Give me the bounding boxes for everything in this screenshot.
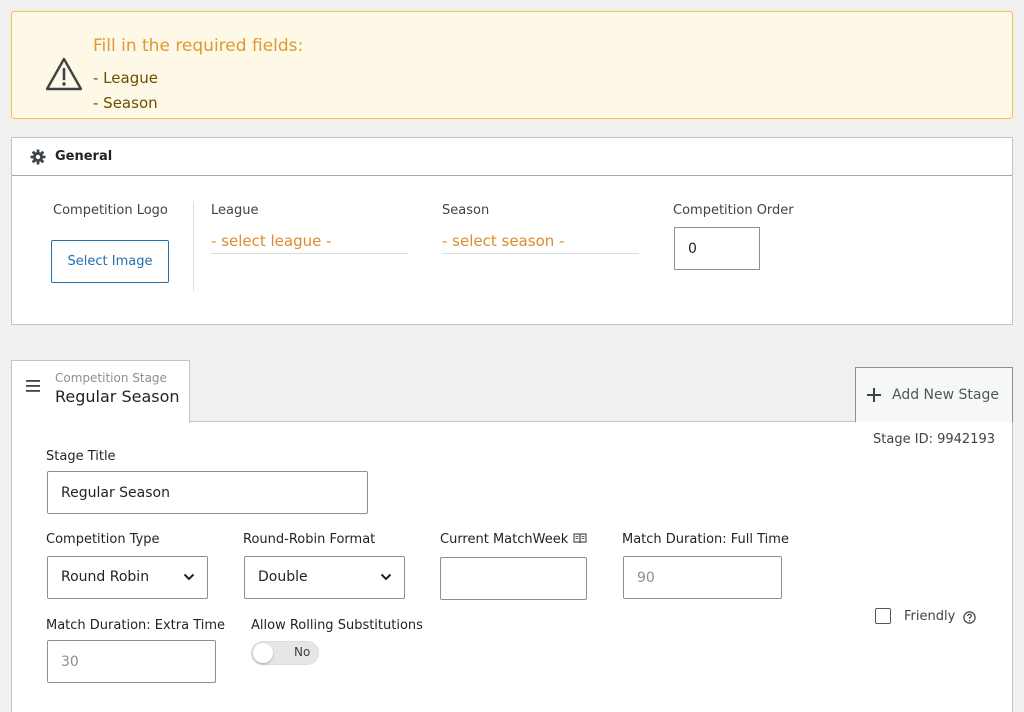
toggle-knob: [253, 643, 273, 663]
divider: [193, 201, 194, 291]
select-image-button[interactable]: Select Image: [51, 240, 169, 283]
help-icon[interactable]: [963, 611, 976, 624]
required-fields-alert: Fill in the required fields: - League - …: [11, 11, 1013, 119]
current-matchweek-input[interactable]: [440, 557, 587, 600]
book-icon[interactable]: [573, 533, 587, 544]
alert-title: Fill in the required fields:: [93, 36, 304, 56]
toggle-state-label: No: [294, 645, 311, 659]
stage-tab-title: Regular Season: [55, 387, 180, 406]
current-matchweek-label: Current MatchWeek: [440, 532, 569, 547]
general-panel: General Competition Logo Select Image Le…: [11, 137, 1013, 325]
chevron-down-icon: [380, 573, 392, 581]
stage-tab-regular-season[interactable]: Competition Stage Regular Season: [11, 360, 190, 423]
full-time-input[interactable]: [623, 556, 782, 599]
competition-order-input[interactable]: [674, 227, 760, 270]
competition-order-label: Competition Order: [673, 203, 794, 218]
competition-type-label: Competition Type: [46, 532, 160, 547]
friendly-checkbox[interactable]: [875, 608, 891, 624]
alert-field-league: - League: [93, 69, 158, 87]
menu-icon: [26, 380, 40, 392]
round-robin-format-label: Round-Robin Format: [243, 532, 376, 547]
season-label: Season: [442, 203, 490, 218]
add-new-stage-label: Add New Stage: [892, 387, 999, 403]
competition-type-value: Round Robin: [61, 569, 150, 585]
general-panel-header: General: [12, 138, 1012, 176]
round-robin-format-value: Double: [258, 569, 308, 585]
general-panel-title: General: [55, 149, 113, 164]
league-select[interactable]: - select league -: [211, 230, 408, 254]
stage-title-label: Stage Title: [46, 449, 116, 464]
rolling-substitutions-label: Allow Rolling Substitutions: [251, 618, 423, 633]
round-robin-format-select[interactable]: Double: [244, 556, 405, 599]
competition-type-select[interactable]: Round Robin: [47, 556, 208, 599]
stage-panel-border: [190, 421, 855, 422]
competition-logo-label: Competition Logo: [53, 203, 168, 218]
chevron-down-icon: [183, 573, 195, 581]
friendly-label: Friendly: [904, 609, 956, 624]
extra-time-label: Match Duration: Extra Time: [46, 618, 226, 633]
warning-icon: [45, 57, 83, 91]
stage-id: Stage ID: 9942193: [873, 432, 995, 447]
extra-time-input[interactable]: [47, 640, 216, 683]
season-select[interactable]: - select season -: [442, 230, 639, 254]
full-time-label: Match Duration: Full Time: [622, 532, 789, 547]
gear-icon: [30, 149, 46, 165]
add-new-stage-button[interactable]: Add New Stage: [855, 367, 1013, 422]
stage-title-input[interactable]: [47, 471, 368, 514]
alert-field-season: - Season: [93, 94, 158, 112]
stage-tab-caption: Competition Stage: [55, 371, 167, 385]
plus-icon: [867, 388, 881, 402]
rolling-substitutions-toggle[interactable]: No: [251, 641, 319, 665]
league-label: League: [211, 203, 259, 218]
